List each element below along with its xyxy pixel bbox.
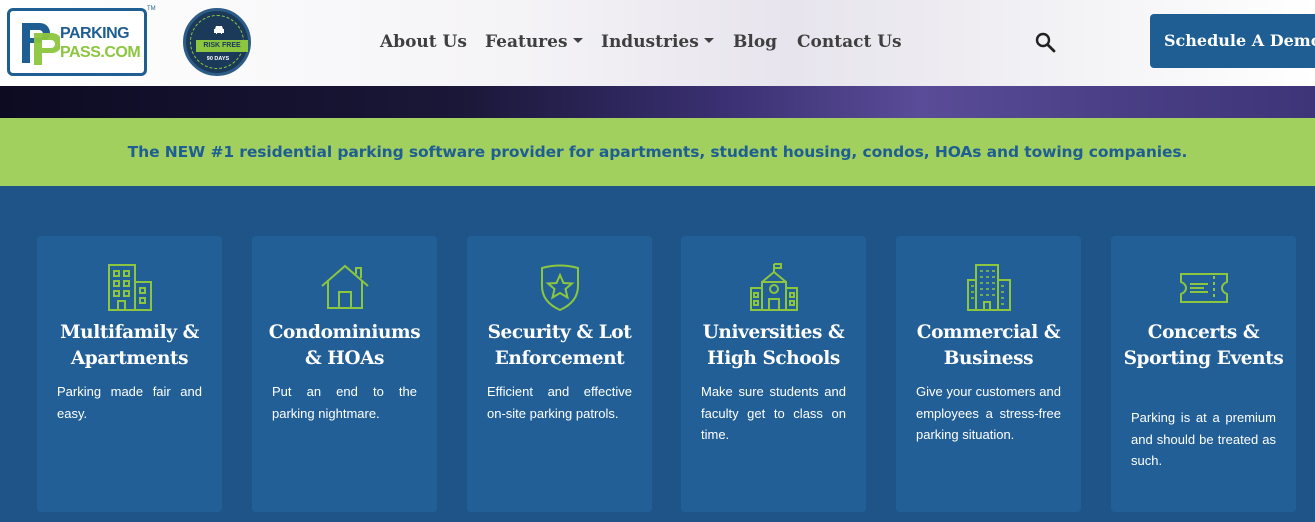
card-title: Universities & High Schools bbox=[702, 322, 845, 369]
schedule-demo-button[interactable]: Schedule A Demo bbox=[1150, 14, 1315, 68]
industry-card-concerts[interactable]: Concerts & Sporting Events Parking is at… bbox=[1111, 236, 1296, 512]
office-building-icon bbox=[966, 264, 1011, 311]
industry-card-security[interactable]: Security & Lot Enforcement Efficient and… bbox=[467, 236, 652, 512]
card-description: Put an end to the parking nightmare. bbox=[272, 384, 417, 421]
nav-about-us[interactable]: About Us bbox=[380, 29, 467, 55]
nav-features-label: Features bbox=[485, 32, 568, 52]
chevron-down-icon bbox=[572, 38, 583, 43]
card-title: Concerts & Sporting Events bbox=[1123, 322, 1284, 369]
house-icon bbox=[320, 264, 369, 309]
card-title: Security & Lot Enforcement bbox=[487, 322, 632, 369]
card-description: Parking is at a premium and should be tr… bbox=[1131, 410, 1276, 468]
card-title: Condominiums & HOAs bbox=[268, 322, 421, 369]
pp-logo-mark-icon bbox=[22, 23, 60, 65]
hero-image-strip bbox=[0, 86, 1315, 118]
chevron-down-icon bbox=[703, 38, 714, 43]
tagline-banner: The NEW #1 residential parking software … bbox=[0, 118, 1315, 186]
industry-card-multifamily[interactable]: Multifamily & Apartments Parking made fa… bbox=[37, 236, 222, 512]
nav-industries[interactable]: Industries bbox=[601, 29, 714, 55]
car-icon bbox=[214, 26, 224, 34]
card-title: Commercial & Business bbox=[916, 322, 1061, 369]
nav-contact-us[interactable]: Contact Us bbox=[797, 29, 902, 55]
badge-days-text: 90 DAYS bbox=[206, 56, 230, 62]
card-title: Multifamily & Apartments bbox=[60, 322, 199, 369]
risk-free-badge: RISK FREE 90 DAYS bbox=[183, 8, 251, 76]
industry-card-condominiums[interactable]: Condominiums & HOAs Put an end to the pa… bbox=[252, 236, 437, 512]
card-description: Give your customers and employees a stre… bbox=[916, 384, 1061, 442]
industry-card-universities[interactable]: Universities & High Schools Make sure st… bbox=[681, 236, 866, 512]
logo-text-line2: PASS.COM bbox=[60, 44, 141, 61]
nav-blog[interactable]: Blog bbox=[733, 29, 777, 55]
school-icon bbox=[749, 263, 798, 311]
ticket-icon bbox=[1179, 273, 1228, 303]
trademark-mark: TM bbox=[147, 6, 156, 12]
card-description: Efficient and effective on-site parking … bbox=[487, 384, 632, 421]
card-description: Make sure students and faculty get to cl… bbox=[701, 384, 846, 442]
nav-features[interactable]: Features bbox=[485, 29, 583, 55]
logo-text-line1: PARKING bbox=[60, 25, 130, 42]
site-header: PARKING PASS.COM TM RISK FREE 90 DAYS Ab… bbox=[0, 0, 1315, 86]
shield-star-icon bbox=[540, 264, 579, 312]
card-description: Parking made fair and easy. bbox=[57, 384, 202, 421]
badge-ribbon-text: RISK FREE bbox=[196, 40, 248, 52]
search-icon[interactable] bbox=[1033, 30, 1057, 54]
industry-card-commercial[interactable]: Commercial & Business Give your customer… bbox=[896, 236, 1081, 512]
building-icon bbox=[107, 264, 152, 311]
nav-industries-label: Industries bbox=[601, 32, 699, 52]
parkingpass-logo[interactable]: PARKING PASS.COM bbox=[7, 8, 147, 76]
